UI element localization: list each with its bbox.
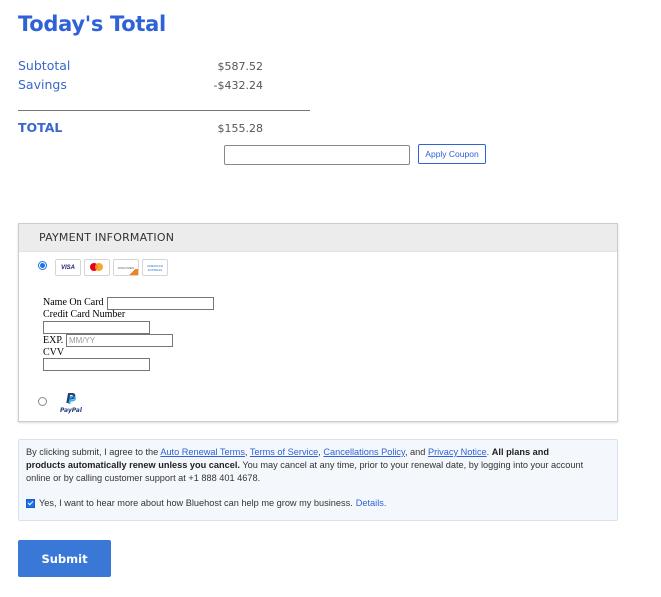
paypal-text: PayPal — [60, 407, 82, 414]
cvv-input[interactable] — [43, 358, 150, 371]
terms-box: By clicking submit, I agree to the Auto … — [18, 439, 618, 521]
auto-renewal-terms-link[interactable]: Auto Renewal Terms — [160, 447, 245, 457]
optin-checkbox[interactable] — [26, 498, 35, 508]
summary-divider — [18, 110, 310, 111]
subtotal-label: Subtotal — [18, 58, 71, 73]
total-value: $155.28 — [217, 122, 264, 135]
visa-text: VISA — [60, 264, 75, 271]
cancellations-policy-link[interactable]: Cancellations Policy — [323, 447, 405, 457]
visa-icon: VISA — [55, 259, 81, 276]
optin-row: Yes, I want to hear more about how Blueh… — [26, 498, 386, 508]
credit-card-number-label: Credit Card Number — [43, 309, 126, 320]
paypal-payment-radio[interactable] — [38, 397, 47, 406]
savings-label: Savings — [18, 77, 67, 92]
amex-text: AMERICAN EXPRESS — [147, 263, 163, 272]
american-express-icon: AMERICAN EXPRESS — [142, 259, 168, 276]
details-link[interactable]: Details. — [356, 498, 387, 508]
submit-button[interactable]: Submit — [18, 540, 111, 577]
card-payment-radio[interactable] — [38, 261, 47, 270]
mastercard-icon — [84, 259, 110, 276]
payment-panel: PAYMENT INFORMATION VISA DISCOVER AMERIC… — [18, 223, 618, 422]
credit-card-number-input[interactable] — [43, 321, 150, 334]
optin-text: Yes, I want to hear more about how Blueh… — [39, 498, 353, 508]
privacy-notice-link[interactable]: Privacy Notice — [428, 447, 487, 457]
coupon-input[interactable] — [224, 145, 410, 165]
payment-header: PAYMENT INFORMATION — [19, 224, 617, 252]
savings-value: -$432.24 — [213, 79, 263, 92]
page-title: Today's Total — [18, 12, 166, 36]
exp-input[interactable] — [66, 334, 173, 347]
apply-coupon-button[interactable]: Apply Coupon — [418, 144, 486, 164]
exp-label: EXP. — [43, 335, 64, 346]
paypal-icon: PP PayPal — [60, 392, 82, 414]
terms-of-service-link[interactable]: Terms of Service — [250, 447, 318, 457]
discover-icon: DISCOVER — [113, 259, 139, 276]
total-label: TOTAL — [18, 120, 63, 135]
cvv-label: CVV — [43, 347, 65, 358]
name-on-card-label: Name On Card — [43, 297, 104, 308]
subtotal-value: $587.52 — [217, 60, 264, 73]
terms-text: By clicking submit, I agree to the Auto … — [26, 447, 584, 483]
